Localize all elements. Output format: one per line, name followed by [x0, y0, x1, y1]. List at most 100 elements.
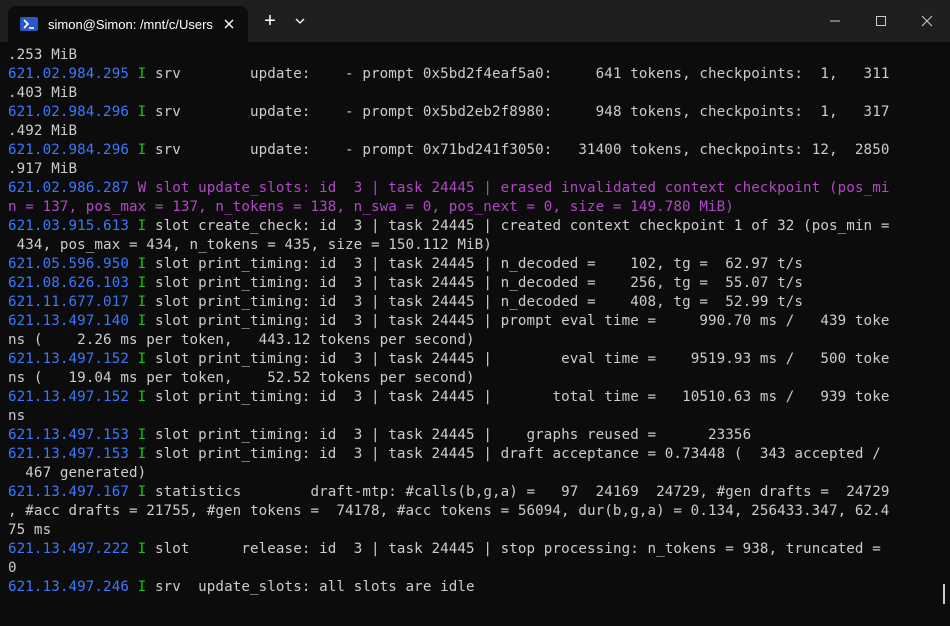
terminal-line: .253 MiB	[8, 46, 936, 65]
log-timestamp: 621.13.497.246	[8, 579, 129, 595]
log-timestamp: 621.13.497.153	[8, 446, 129, 462]
log-message: 75 ms	[8, 522, 52, 538]
log-level: I	[137, 66, 147, 82]
log-timestamp: 621.13.497.152	[8, 389, 129, 405]
terminal-line: 621.11.677.017 I slot print_timing: id 3…	[8, 293, 936, 312]
close-tab-icon[interactable]	[222, 17, 236, 31]
terminal-line: 0	[8, 559, 936, 578]
log-timestamp: 621.08.626.103	[8, 275, 129, 291]
log-timestamp: 621.02.984.296	[8, 142, 129, 158]
maximize-icon[interactable]	[872, 12, 890, 30]
tab-title: simon@Simon: /mnt/c/Users/a	[48, 16, 213, 32]
log-message: slot create_check: id 3 | task 24445 | c…	[146, 218, 890, 234]
log-level: I	[137, 275, 147, 291]
terminal-tab[interactable]: simon@Simon: /mnt/c/Users/a	[8, 6, 248, 42]
log-message: slot print_timing: id 3 | task 24445 | n…	[146, 275, 804, 291]
terminal-line: 621.13.497.246 I srv update_slots: all s…	[8, 578, 936, 597]
terminal-output[interactable]: .253 MiB 621.02.984.295 I srv update: - p…	[8, 46, 936, 618]
log-message: slot print_timing: id 3 | task 24445 | d…	[146, 446, 881, 462]
log-message: slot print_timing: id 3 | task 24445 | n…	[146, 294, 804, 310]
log-message: srv update: - prompt 0x5bd2f4eaf5a0: 641…	[146, 66, 890, 82]
log-level: I	[137, 446, 147, 462]
log-level: I	[137, 541, 147, 557]
terminal-line: 621.05.596.950 I slot print_timing: id 3…	[8, 255, 936, 274]
log-timestamp: 621.02.986.287	[8, 180, 129, 196]
log-message: slot release: id 3 | task 24445 | stop p…	[146, 541, 881, 557]
log-message: .403 MiB	[8, 85, 78, 101]
terminal-line: 621.02.986.287 W slot update_slots: id 3…	[8, 179, 936, 198]
terminal-line: 621.02.984.296 I srv update: - prompt 0x…	[8, 103, 936, 122]
log-level: I	[137, 142, 147, 158]
log-message: , #acc drafts = 21755, #gen tokens = 741…	[8, 503, 890, 519]
log-message: statistics draft-mtp: #calls(b,g,a) = 97…	[146, 484, 890, 500]
terminal-line: 621.13.497.167 I statistics draft-mtp: #…	[8, 483, 936, 502]
log-level: I	[137, 294, 147, 310]
log-timestamp: 621.02.984.296	[8, 104, 129, 120]
close-window-icon[interactable]	[918, 12, 936, 30]
log-timestamp: 621.13.497.152	[8, 351, 129, 367]
chevron-down-icon[interactable]	[290, 11, 310, 31]
terminal-line: 621.13.497.152 I slot print_timing: id 3…	[8, 350, 936, 369]
plus-icon: +	[264, 10, 276, 32]
log-level: I	[137, 351, 147, 367]
new-tab-button[interactable]: +	[260, 11, 280, 31]
log-message: .492 MiB	[8, 123, 78, 139]
scrollbar[interactable]	[943, 584, 945, 604]
minimize-icon[interactable]	[826, 12, 844, 30]
log-timestamp: 621.13.497.222	[8, 541, 129, 557]
log-message: srv update: - prompt 0x5bd2eb2f8980: 948…	[146, 104, 890, 120]
log-message: slot update_slots: id 3 | task 24445 | e…	[146, 180, 890, 196]
terminal-line: ns	[8, 407, 936, 426]
terminal-line: 75 ms	[8, 521, 936, 540]
terminal-line: ns ( 2.26 ms per token, 443.12 tokens pe…	[8, 331, 936, 350]
log-message: ns ( 19.04 ms per token, 52.52 tokens pe…	[8, 370, 475, 386]
log-timestamp: 621.13.497.167	[8, 484, 129, 500]
log-level: I	[137, 104, 147, 120]
log-timestamp: 621.03.915.613	[8, 218, 129, 234]
terminal-line: ns ( 19.04 ms per token, 52.52 tokens pe…	[8, 369, 936, 388]
log-message: srv update_slots: all slots are idle	[146, 579, 475, 595]
title-bar: simon@Simon: /mnt/c/Users/a +	[0, 0, 950, 42]
log-timestamp: 621.13.497.153	[8, 427, 129, 443]
log-message: .253 MiB	[8, 47, 78, 63]
log-level: I	[137, 256, 147, 272]
terminal-line: n = 137, pos_max = 137, n_tokens = 138, …	[8, 198, 936, 217]
log-message: 434, pos_max = 434, n_tokens = 435, size…	[8, 237, 492, 253]
powershell-icon	[20, 17, 38, 31]
terminal-line: 621.13.497.152 I slot print_timing: id 3…	[8, 388, 936, 407]
terminal-line: 621.13.497.222 I slot release: id 3 | ta…	[8, 540, 936, 559]
log-message: slot print_timing: id 3 | task 24445 | p…	[146, 313, 890, 329]
log-timestamp: 621.05.596.950	[8, 256, 129, 272]
log-level: I	[137, 427, 147, 443]
terminal-line: .917 MiB	[8, 160, 936, 179]
log-level: I	[137, 484, 147, 500]
log-level: W	[137, 180, 147, 196]
log-message: 0	[8, 560, 17, 576]
log-message: srv update: - prompt 0x71bd241f3050: 314…	[146, 142, 890, 158]
log-timestamp: 621.02.984.295	[8, 66, 129, 82]
log-level: I	[137, 579, 147, 595]
terminal-line: 621.02.984.295 I srv update: - prompt 0x…	[8, 65, 936, 84]
log-message: n = 137, pos_max = 137, n_tokens = 138, …	[8, 199, 734, 215]
terminal-line: 621.13.497.153 I slot print_timing: id 3…	[8, 426, 936, 445]
log-message: 467 generated)	[8, 465, 147, 481]
terminal-line: 621.08.626.103 I slot print_timing: id 3…	[8, 274, 936, 293]
log-message: .917 MiB	[8, 161, 78, 177]
log-timestamp: 621.13.497.140	[8, 313, 129, 329]
log-message: slot print_timing: id 3 | task 24445 | n…	[146, 256, 804, 272]
terminal-line: 434, pos_max = 434, n_tokens = 435, size…	[8, 236, 936, 255]
terminal-line: 621.02.984.296 I srv update: - prompt 0x…	[8, 141, 936, 160]
log-message: ns ( 2.26 ms per token, 443.12 tokens pe…	[8, 332, 475, 348]
terminal-line: 621.03.915.613 I slot create_check: id 3…	[8, 217, 936, 236]
log-message: slot print_timing: id 3 | task 24445 | g…	[146, 427, 752, 443]
log-level: I	[137, 389, 147, 405]
log-message: slot print_timing: id 3 | task 24445 | e…	[146, 351, 890, 367]
terminal-line: 621.13.497.140 I slot print_timing: id 3…	[8, 312, 936, 331]
terminal-line: .492 MiB	[8, 122, 936, 141]
log-timestamp: 621.11.677.017	[8, 294, 129, 310]
log-message: slot print_timing: id 3 | task 24445 | t…	[146, 389, 890, 405]
terminal-line: 467 generated)	[8, 464, 936, 483]
log-message: ns	[8, 408, 26, 424]
terminal-line: .403 MiB	[8, 84, 936, 103]
log-level: I	[137, 218, 147, 234]
